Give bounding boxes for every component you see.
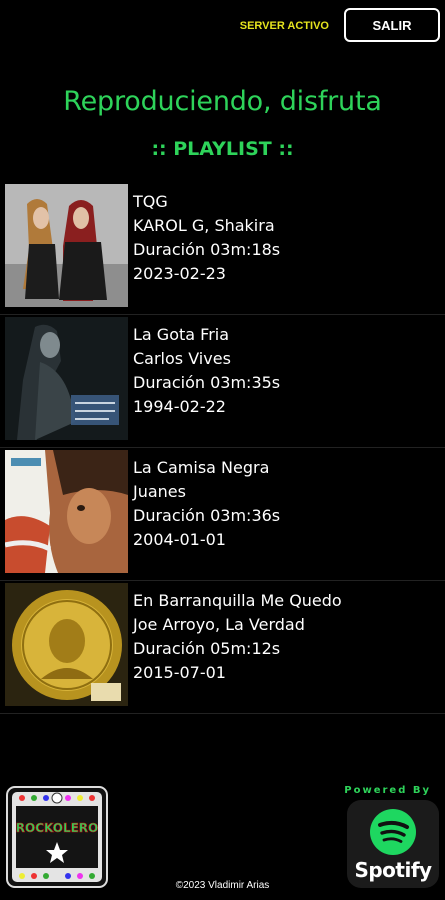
album-cover <box>5 317 128 440</box>
track-title: La Camisa Negra <box>133 458 270 477</box>
track-title: En Barranquilla Me Quedo <box>133 591 342 610</box>
rockolero-logo: ROCKOLERO <box>6 786 108 888</box>
playlist-item[interactable]: En Barranquilla Me Quedo Joe Arroyo, La … <box>0 581 445 714</box>
server-status-label: SERVER ACTIVO <box>239 20 329 32</box>
track-date: 2023-02-23 <box>133 264 226 283</box>
logout-button[interactable]: SALIR <box>344 8 440 42</box>
powered-by-label: Powered By <box>344 785 431 796</box>
album-cover <box>5 184 128 307</box>
track-artist: Carlos Vives <box>133 349 231 368</box>
playlist-item[interactable]: La Gota Fria Carlos Vives Duración 03m:3… <box>0 315 445 448</box>
playlist-item[interactable]: La Camisa Negra Juanes Duración 03m:36s … <box>0 448 445 581</box>
track-date: 2015-07-01 <box>133 663 226 682</box>
track-artist: Joe Arroyo, La Verdad <box>133 615 305 634</box>
playlist-heading: :: PLAYLIST :: <box>151 138 294 160</box>
playlist-item[interactable]: TQG KAROL G, Shakira Duración 03m:18s 20… <box>0 182 445 315</box>
track-date: 2004-01-01 <box>133 530 226 549</box>
track-artist: KAROL G, Shakira <box>133 216 275 235</box>
page-title: Reproduciendo, disfruta <box>63 86 382 117</box>
playlist: TQG KAROL G, Shakira Duración 03m:18s 20… <box>0 182 445 714</box>
album-cover <box>5 583 128 706</box>
track-date: 1994-02-22 <box>133 397 226 416</box>
track-duration: Duración 03m:36s <box>133 506 281 525</box>
spotify-badge[interactable]: Spotify <box>347 800 439 888</box>
top-bar: SERVER ACTIVO SALIR <box>0 8 445 46</box>
spotify-wordmark: Spotify <box>354 858 432 882</box>
track-duration: Duración 05m:12s <box>133 639 281 658</box>
track-duration: Duración 03m:18s <box>133 240 281 259</box>
album-cover <box>5 450 128 573</box>
track-duration: Duración 03m:35s <box>133 373 281 392</box>
track-title: La Gota Fria <box>133 325 230 344</box>
track-artist: Juanes <box>133 482 186 501</box>
logo-wordmark: ROCKOLERO <box>16 821 99 835</box>
spotify-icon <box>370 809 416 855</box>
track-title: TQG <box>133 192 168 211</box>
